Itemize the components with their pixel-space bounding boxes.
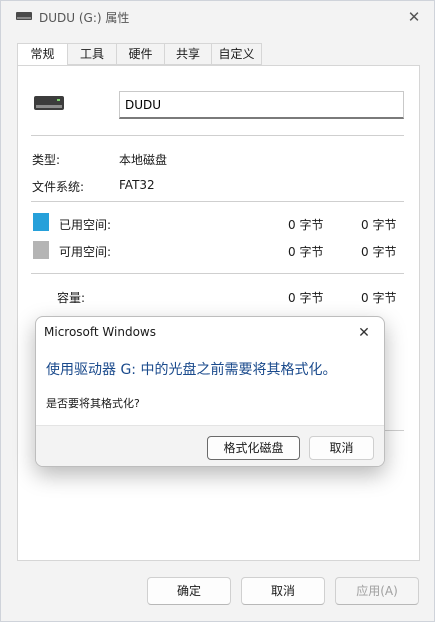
drive-icon <box>16 12 32 20</box>
dialog-question: 是否要将其格式化? <box>46 397 140 410</box>
properties-window: DUDU (G:) 属性 ✕ 常规 工具 硬件 共享 自定义 类型: 本地磁盘 … <box>0 0 435 622</box>
filesystem-value: FAT32 <box>119 178 155 192</box>
close-icon[interactable]: ✕ <box>402 5 426 29</box>
dialog-button-bar: 格式化磁盘 取消 <box>36 425 384 466</box>
used-space-swatch <box>33 213 49 231</box>
free-space-swatch <box>33 241 49 259</box>
tab-hardware[interactable]: 硬件 <box>116 43 165 65</box>
divider <box>31 201 404 202</box>
dialog-heading: 使用驱动器 G: 中的光盘之前需要将其格式化。 <box>46 362 337 378</box>
title-bar: DUDU (G:) 属性 ✕ <box>1 1 434 33</box>
capacity-label: 容量: <box>57 291 86 305</box>
divider <box>31 273 404 274</box>
close-icon[interactable]: ✕ <box>352 321 376 345</box>
free-space-bytes: 0 字节 <box>288 245 324 259</box>
tab-sharing[interactable]: 共享 <box>164 43 212 65</box>
used-space-label: 已用空间: <box>59 218 112 232</box>
used-space-size: 0 字节 <box>361 218 397 232</box>
filesystem-label: 文件系统: <box>32 180 85 194</box>
window-title: DUDU (G:) 属性 <box>39 11 130 25</box>
free-space-size: 0 字节 <box>361 245 397 259</box>
used-space-bytes: 0 字节 <box>288 218 324 232</box>
format-dialog: Microsoft Windows ✕ 使用驱动器 G: 中的光盘之前需要将其格… <box>35 316 385 467</box>
drive-icon <box>34 96 64 110</box>
capacity-bytes: 0 字节 <box>288 291 324 305</box>
format-disk-button[interactable]: 格式化磁盘 <box>207 436 300 460</box>
tab-general[interactable]: 常规 <box>17 43 68 66</box>
type-label: 类型: <box>32 153 61 167</box>
general-panel: 类型: 本地磁盘 文件系统: FAT32 已用空间: 0 字节 0 字节 可用空… <box>17 65 420 561</box>
tab-tools[interactable]: 工具 <box>67 43 117 65</box>
type-value: 本地磁盘 <box>119 153 168 167</box>
cancel-button[interactable]: 取消 <box>241 577 325 605</box>
free-space-label: 可用空间: <box>59 245 112 259</box>
dialog-title: Microsoft Windows <box>44 325 156 339</box>
tab-customize[interactable]: 自定义 <box>211 43 262 65</box>
drive-name-input[interactable] <box>119 91 404 119</box>
dialog-cancel-button[interactable]: 取消 <box>309 436 374 460</box>
divider <box>31 135 404 136</box>
apply-button[interactable]: 应用(A) <box>335 577 419 605</box>
capacity-size: 0 字节 <box>361 291 397 305</box>
ok-button[interactable]: 确定 <box>147 577 231 605</box>
